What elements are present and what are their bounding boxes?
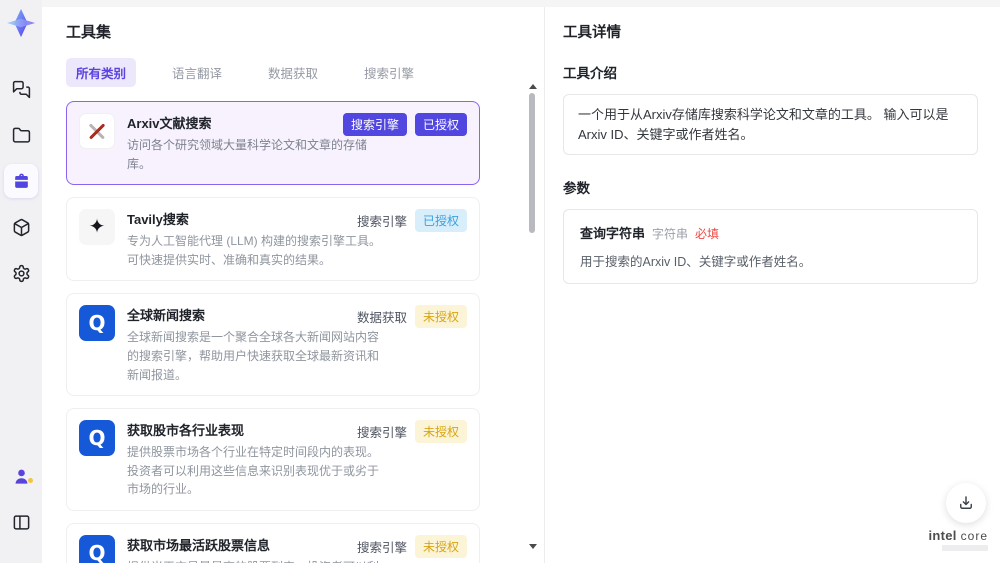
main-content: 工具集 所有类别 语言翻译 数据获取 搜索引擎 Arxiv文献搜索 访问各个研究… — [42, 0, 1000, 563]
parameter-description: 用于搜索的Arxiv ID、关键字或作者姓名。 — [580, 255, 812, 269]
auth-status-badge: 未授权 — [414, 420, 467, 444]
package-icon — [13, 218, 29, 236]
category-badge: 搜索引擎 — [342, 113, 407, 136]
sidebar-item-packages[interactable] — [4, 210, 38, 244]
parameter-item: 查询字符串 字符串 必填 用于搜索的Arxiv ID、关键字或作者姓名。 — [563, 209, 978, 284]
params-heading: 参数 — [563, 181, 590, 196]
top-strip — [42, 0, 1000, 7]
sidebar-item-chat[interactable] — [4, 72, 38, 106]
download-button[interactable] — [946, 483, 986, 523]
user-icon — [15, 469, 27, 484]
parameter-type: 字符串 — [652, 227, 689, 241]
sidebar — [0, 0, 42, 563]
q-news-logo-icon: Q — [79, 305, 115, 342]
page-title: 工具集 — [66, 24, 112, 41]
tab-translation[interactable]: 语言翻译 — [162, 58, 232, 87]
gear-icon — [13, 264, 29, 282]
category-tabs: 所有类别 语言翻译 数据获取 搜索引擎 — [66, 58, 502, 87]
tool-card-arxiv[interactable]: Arxiv文献搜索 访问各个研究领域大量科学论文和文章的存储库。 搜索引擎 已授… — [66, 101, 480, 186]
auth-status-badge: 已授权 — [414, 209, 467, 233]
auth-status-badge: 已授权 — [414, 113, 467, 136]
tool-description: 提供当天交易量最高的股票列表，投资者可以利用这些信息来识别流动性强的股票和潜在的… — [127, 558, 383, 563]
download-icon — [960, 496, 972, 509]
tool-card-tavily[interactable]: ✦ Tavily搜索 专为人工智能代理 (LLM) 构建的搜索引擎工具。可快速提… — [66, 197, 480, 282]
auth-status-badge: 未授权 — [414, 534, 467, 558]
scroll-down-arrow-icon[interactable] — [529, 544, 537, 549]
toolbox-icon — [14, 173, 28, 188]
category-label: 数据获取 — [356, 311, 407, 326]
arxiv-logo-icon — [79, 113, 115, 149]
scrollbar-thumb[interactable] — [529, 93, 535, 233]
panel-left-icon — [13, 514, 29, 530]
auth-status-badge: 未授权 — [414, 305, 467, 329]
tool-card-list: Arxiv文献搜索 访问各个研究领域大量科学论文和文章的存储库。 搜索引擎 已授… — [66, 101, 480, 563]
tool-description: 提供股票市场各个行业在特定时间段内的表现。投资者可以利用这些信息来识别表现优于或… — [127, 445, 380, 497]
app-window: 工具集 所有类别 语言翻译 数据获取 搜索引擎 Arxiv文献搜索 访问各个研究… — [0, 0, 1000, 563]
intel-logo-subbar — [942, 545, 988, 551]
chat-icon — [12, 80, 30, 98]
tool-card-active-stocks[interactable]: Q 获取市场最活跃股票信息 提供当天交易量最高的股票列表，投资者可以利用这些信息… — [66, 522, 480, 563]
tool-detail-panel: 工具详情 工具介绍 一个用于从Arxiv存储库搜索科学论文和文章的工具。 输入可… — [545, 7, 1000, 563]
tab-search-engine[interactable]: 搜索引擎 — [354, 58, 424, 87]
category-label: 搜索引擎 — [356, 426, 407, 441]
sidebar-item-settings[interactable] — [4, 256, 38, 290]
tool-card-global-news[interactable]: Q 全球新闻搜索 全球新闻搜索是一个聚合全球各大新闻网站内容的搜索引擎，帮助用户… — [66, 293, 480, 397]
intel-core-logo: intel core — [928, 528, 988, 551]
core-wordmark: core — [960, 529, 988, 543]
tool-name: 获取股市各行业表现 — [127, 423, 245, 439]
intro-heading: 工具介绍 — [563, 66, 617, 81]
folder-icon — [12, 127, 30, 143]
parameter-name: 查询字符串 — [580, 226, 646, 241]
tool-name: 获取市场最活跃股票信息 — [127, 537, 271, 553]
q-news-logo-icon: Q — [79, 420, 115, 457]
app-logo-icon — [6, 8, 36, 38]
list-scrollbar[interactable] — [528, 84, 537, 549]
scroll-up-arrow-icon[interactable] — [529, 84, 537, 89]
intel-wordmark: intel — [928, 528, 957, 543]
sidebar-collapse-button[interactable] — [4, 505, 38, 539]
sidebar-item-files[interactable] — [4, 118, 38, 152]
tool-description: 专为人工智能代理 (LLM) 构建的搜索引擎工具。可快速提供实时、准确和真实的结… — [127, 234, 382, 267]
tool-name: 全球新闻搜索 — [127, 308, 206, 324]
tool-description: 访问各个研究领域大量科学论文和文章的存储库。 — [127, 138, 368, 171]
tool-intro-text: 一个用于从Arxiv存储库搜索科学论文和文章的工具。 输入可以是Arxiv ID… — [563, 94, 978, 155]
q-news-logo-icon: Q — [79, 534, 115, 563]
detail-title: 工具详情 — [563, 25, 621, 41]
tab-data-fetch[interactable]: 数据获取 — [258, 58, 328, 87]
category-label: 搜索引擎 — [356, 215, 407, 230]
sidebar-item-tools[interactable] — [4, 164, 38, 198]
parameter-required-flag: 必填 — [695, 227, 720, 241]
category-label: 搜索引擎 — [356, 540, 407, 555]
tool-description: 全球新闻搜索是一个聚合全球各大新闻网站内容的搜索引擎，帮助用户快速获取全球最新资… — [127, 330, 380, 382]
tool-card-sector-performance[interactable]: Q 获取股市各行业表现 提供股票市场各个行业在特定时间段内的表现。投资者可以利用… — [66, 408, 480, 511]
tool-list-panel: 工具集 所有类别 语言翻译 数据获取 搜索引擎 Arxiv文献搜索 访问各个研究… — [42, 7, 502, 563]
tavily-logo-icon: ✦ — [79, 209, 115, 246]
tool-name: Tavily搜索 — [127, 212, 189, 228]
status-dot — [28, 478, 33, 483]
sidebar-item-account[interactable] — [4, 459, 38, 493]
tab-all-categories[interactable]: 所有类别 — [66, 58, 137, 87]
